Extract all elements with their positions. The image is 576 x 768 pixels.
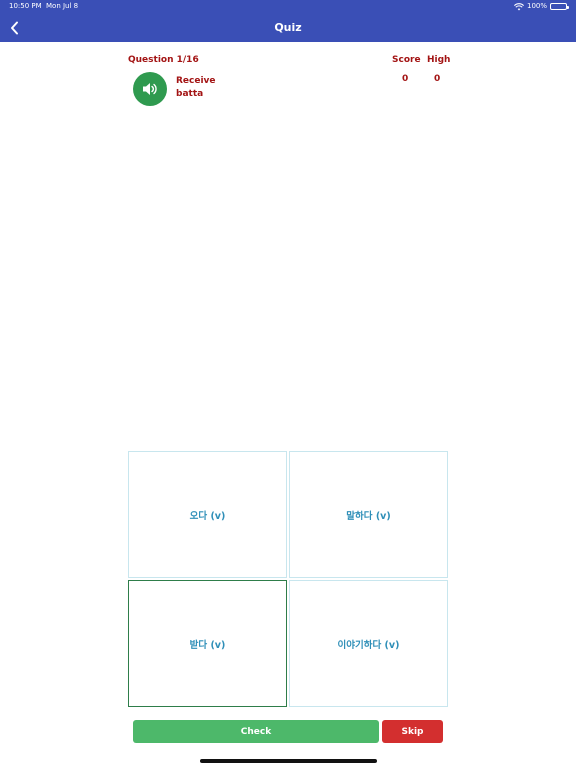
score-value: 0 [402,74,409,84]
status-time: 10:50 PM [9,2,42,10]
answer-option-label: 이야기하다 (v) [337,639,400,651]
battery-percent: 100% [526,2,547,10]
high-score-value: 0 [434,74,441,84]
answer-option-3[interactable]: 받다 (v) [128,580,287,707]
answer-option-2[interactable]: 말하다 (v) [289,451,448,578]
answer-option-1[interactable]: 오다 (v) [128,451,287,578]
prompt-romanization: batta [176,89,204,99]
status-indicators: 100% [514,0,569,13]
prompt-word: Receive [176,76,216,86]
back-button[interactable] [4,17,24,38]
status-date: Mon Jul 8 [46,2,79,10]
play-audio-button[interactable] [133,72,167,106]
battery-icon [550,3,569,10]
status-bar: 10:50 PM Mon Jul 8 100% [0,0,576,13]
answer-option-label: 받다 (v) [189,639,226,651]
speaker-icon [143,83,157,95]
check-button[interactable]: Check [133,720,379,743]
page-title: Quiz [274,21,302,34]
question-counter: Question 1/16 [128,55,199,65]
home-indicator[interactable] [200,759,377,763]
chevron-left-icon [10,21,18,34]
skip-button[interactable]: Skip [382,720,443,743]
answer-option-label: 말하다 (v) [346,510,391,522]
navigation-bar: Quiz [0,13,576,42]
score-label: Score [392,55,421,65]
wifi-icon [514,2,524,11]
high-score-label: High [427,55,451,65]
answer-option-4[interactable]: 이야기하다 (v) [289,580,448,707]
answer-option-label: 오다 (v) [189,510,226,522]
